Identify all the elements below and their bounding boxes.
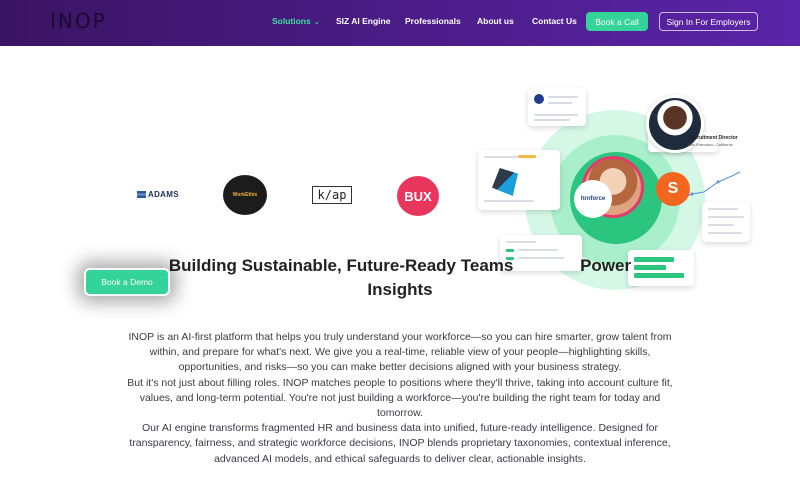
intro-text: INOP is an AI-first platform that helps … bbox=[120, 330, 680, 467]
nav-professionals[interactable]: Professionals bbox=[405, 16, 461, 26]
stats-card bbox=[702, 202, 750, 242]
company-avatar-icon bbox=[534, 94, 544, 104]
book-a-demo-button[interactable]: Book a Demo bbox=[86, 270, 168, 294]
chart-shape-icon bbox=[492, 168, 518, 196]
hero-title: Building Sustainable, Future-Ready Teams… bbox=[140, 254, 660, 302]
workethix-logo-text: WorkEthix bbox=[232, 192, 258, 198]
nav-contact-us[interactable]: Contact Us bbox=[532, 16, 577, 26]
skills-card bbox=[478, 150, 560, 210]
s-badge-icon: S bbox=[656, 172, 690, 206]
sign-in-employers-button[interactable]: Sign In For Employers bbox=[659, 12, 758, 31]
company-card bbox=[528, 88, 586, 126]
kap-logo: k/ap bbox=[312, 186, 352, 204]
workethix-logo: WorkEthix bbox=[223, 175, 267, 215]
adams-mark-icon bbox=[137, 191, 146, 198]
book-a-call-button[interactable]: Book a Call bbox=[586, 12, 648, 31]
intro-paragraph-3: Our AI engine transforms fragmented HR a… bbox=[129, 422, 671, 465]
role-title: Recruitment Director bbox=[688, 135, 738, 141]
intro-paragraph-2: But it's not just about filling roles. I… bbox=[127, 376, 673, 420]
hero-title-line2: Insights bbox=[367, 280, 433, 299]
nav-about-us[interactable]: About us bbox=[477, 16, 514, 26]
intro-paragraph-1: INOP is an AI-first platform that helps … bbox=[128, 331, 672, 374]
hero-title-line1: Building Sustainable, Future-Ready Teams bbox=[168, 256, 514, 275]
adams-logo: ADAMS bbox=[137, 190, 179, 199]
adams-logo-text: ADAMS bbox=[148, 190, 179, 199]
company-bubble: hrnforce bbox=[574, 180, 612, 218]
nav-siz-ai-engine[interactable]: SIZ AI Engine bbox=[336, 16, 390, 26]
hero-title-line1-tail: Power bbox=[580, 256, 632, 275]
top-navbar: INOP Solutions ⌄ SIZ AI Engine Profession… bbox=[0, 0, 800, 46]
bux-logo: BUX bbox=[397, 176, 439, 216]
nav-solutions-label: Solutions bbox=[272, 16, 311, 26]
inop-logo[interactable]: INOP bbox=[50, 9, 107, 33]
company-bubble-label: hrnforce bbox=[580, 196, 606, 202]
nav-solutions[interactable]: Solutions ⌄ bbox=[272, 16, 320, 26]
chevron-down-icon: ⌄ bbox=[313, 19, 320, 26]
role-location: San Francisco, California bbox=[688, 142, 733, 147]
